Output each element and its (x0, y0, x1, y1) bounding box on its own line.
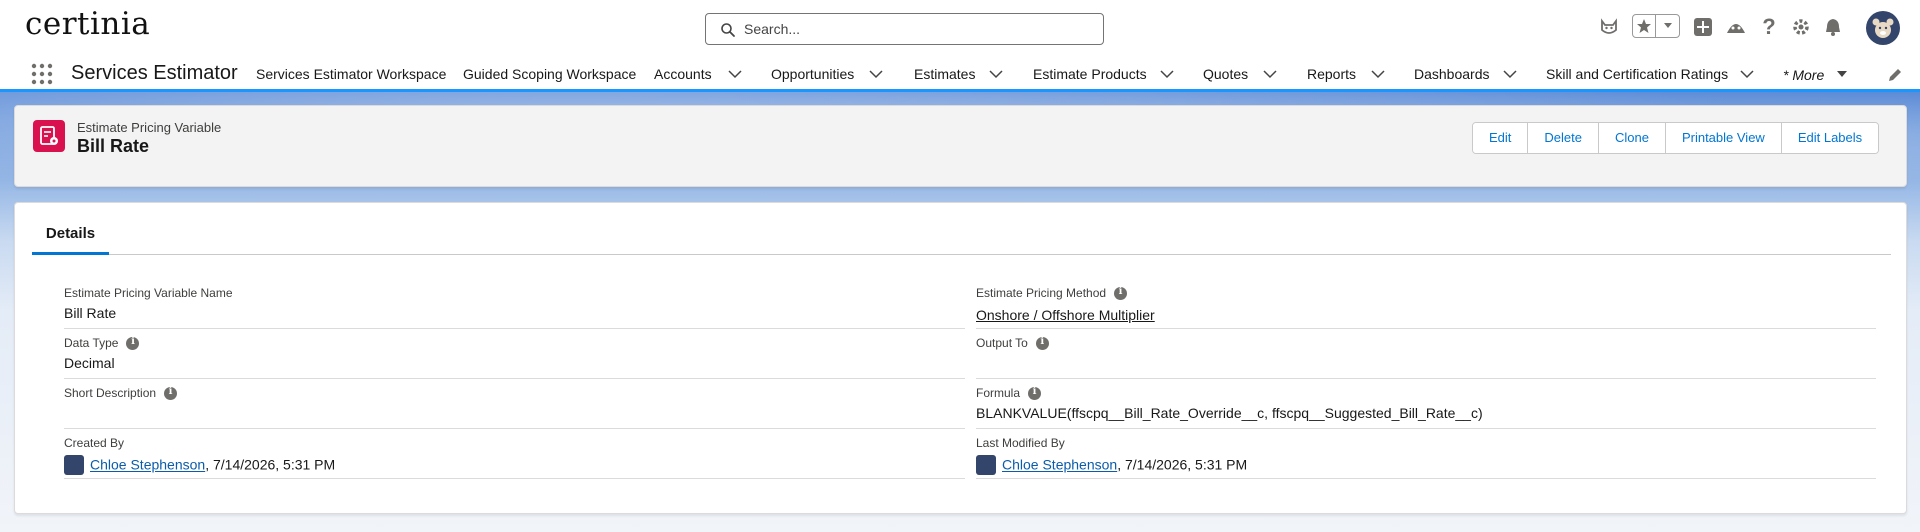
chevron-down-icon[interactable] (869, 69, 883, 79)
nav-item-dashboards[interactable]: Dashboards (1414, 66, 1490, 82)
chevron-down-icon[interactable] (1740, 69, 1754, 79)
favorites-group (1632, 14, 1680, 38)
field-value: Chloe Stephenson, 7/14/2026, 5:31 PM (976, 455, 1248, 476)
tab-bar: Details (32, 219, 1891, 255)
field-label: Created By (64, 436, 125, 450)
search-input[interactable] (744, 19, 1084, 39)
info-icon[interactable] (126, 336, 140, 350)
field-value: Decimal (64, 355, 115, 371)
field-label: Last Modified By (976, 436, 1065, 450)
chevron-down-icon[interactable] (728, 69, 742, 79)
bell-icon[interactable] (1820, 14, 1846, 40)
nav-more-menu[interactable]: * More (1783, 67, 1824, 83)
delete-button[interactable]: Delete (1528, 123, 1599, 153)
field-label: Output To (976, 336, 1049, 350)
cat-icon[interactable] (1596, 14, 1622, 40)
nav-item-guided-scoping-workspace[interactable]: Guided Scoping Workspace (463, 66, 636, 82)
field-value: Chloe Stephenson, 7/14/2026, 5:31 PM (64, 455, 336, 476)
app-launcher-icon[interactable] (30, 62, 54, 86)
chevron-down-icon[interactable] (1656, 15, 1679, 37)
nav-item-quotes[interactable]: Quotes (1203, 66, 1248, 82)
global-search[interactable] (705, 13, 1104, 45)
field-label: Estimate Pricing Variable Name (64, 286, 233, 300)
record-action-buttons: Edit Delete Clone Printable View Edit La… (1472, 122, 1880, 154)
user-avatar-icon (976, 455, 996, 475)
field-value: Bill Rate (64, 305, 117, 321)
field-formula: Formula BLANKVALUE(ffscpq__Bill_Rate_Ove… (976, 379, 1876, 429)
field-output-to: Output To (976, 329, 1876, 379)
info-icon[interactable] (164, 386, 178, 400)
certinia-logo[interactable]: certinia (25, 6, 150, 42)
last-modified-date: , 7/14/2026, 5:31 PM (1117, 456, 1248, 473)
created-date: , 7/14/2026, 5:31 PM (205, 456, 336, 473)
nav-item-reports[interactable]: Reports (1307, 66, 1356, 82)
last-modified-by-user-link[interactable]: Chloe Stephenson (1002, 457, 1117, 473)
nav-item-estimate-products[interactable]: Estimate Products (1033, 66, 1147, 82)
nav-item-accounts[interactable]: Accounts (654, 66, 712, 82)
chevron-down-icon[interactable] (1836, 70, 1848, 78)
clone-button[interactable]: Clone (1598, 123, 1666, 153)
field-data-type: Data Type Decimal (64, 329, 965, 379)
trailhead-icon[interactable] (1723, 14, 1749, 40)
help-icon[interactable]: ? (1756, 14, 1782, 40)
field-label: Data Type (64, 336, 140, 350)
plus-icon[interactable] (1690, 14, 1716, 40)
created-by-user-link[interactable]: Chloe Stephenson (90, 457, 205, 473)
info-icon[interactable] (1035, 336, 1049, 350)
edit-button[interactable]: Edit (1473, 123, 1529, 153)
chevron-down-icon[interactable] (1263, 69, 1277, 79)
field-label: Formula (976, 386, 1042, 400)
pricing-method-link[interactable]: Onshore / Offshore Multiplier (976, 307, 1155, 323)
info-icon[interactable] (1114, 286, 1128, 300)
nav-item-opportunities[interactable]: Opportunities (771, 66, 854, 82)
info-icon[interactable] (1028, 386, 1042, 400)
field-last-modified-by: Last Modified By Chloe Stephenson, 7/14/… (976, 429, 1876, 479)
chevron-down-icon[interactable] (1371, 69, 1385, 79)
search-icon (721, 23, 735, 37)
field-short-description: Short Description (64, 379, 965, 429)
field-estimate-pricing-method: Estimate Pricing Method Onshore / Offsho… (976, 279, 1876, 329)
nav-item-estimates[interactable]: Estimates (914, 66, 975, 82)
gear-icon[interactable] (1788, 14, 1814, 40)
estimate-pricing-variable-icon (33, 120, 65, 152)
user-avatar-icon (64, 455, 84, 475)
app-navigation-bar: Services Estimator Services Estimator Wo… (0, 54, 1920, 92)
object-type-label: Estimate Pricing Variable (77, 120, 222, 135)
global-header: certinia ? (0, 0, 1920, 54)
field-label: Short Description (64, 386, 178, 400)
pencil-icon[interactable] (1887, 67, 1903, 83)
chevron-down-icon[interactable] (1503, 69, 1517, 79)
details-card: Details Estimate Pricing Variable Name B… (14, 202, 1907, 514)
user-avatar-icon[interactable] (1866, 11, 1900, 45)
field-value: BLANKVALUE(ffscpq__Bill_Rate_Override__c… (976, 405, 1483, 421)
app-name: Services Estimator (71, 62, 238, 84)
chevron-down-icon[interactable] (989, 69, 1003, 79)
star-icon[interactable] (1633, 15, 1657, 37)
nav-item-skill-and-certification-ratings[interactable]: Skill and Certification Ratings (1546, 66, 1728, 82)
chevron-down-icon[interactable] (1160, 69, 1174, 79)
tab-details[interactable]: Details (32, 219, 109, 255)
edit-labels-button[interactable]: Edit Labels (1781, 123, 1879, 153)
record-header: Estimate Pricing Variable Bill Rate Edit… (14, 105, 1907, 187)
printable-view-button[interactable]: Printable View (1665, 123, 1782, 153)
nav-item-services-estimator-workspace[interactable]: Services Estimator Workspace (256, 66, 446, 82)
record-title: Bill Rate (77, 136, 150, 156)
field-estimate-pricing-variable-name: Estimate Pricing Variable Name Bill Rate (64, 279, 965, 329)
field-label: Estimate Pricing Method (976, 286, 1128, 300)
field-created-by: Created By Chloe Stephenson, 7/14/2026, … (64, 429, 965, 479)
